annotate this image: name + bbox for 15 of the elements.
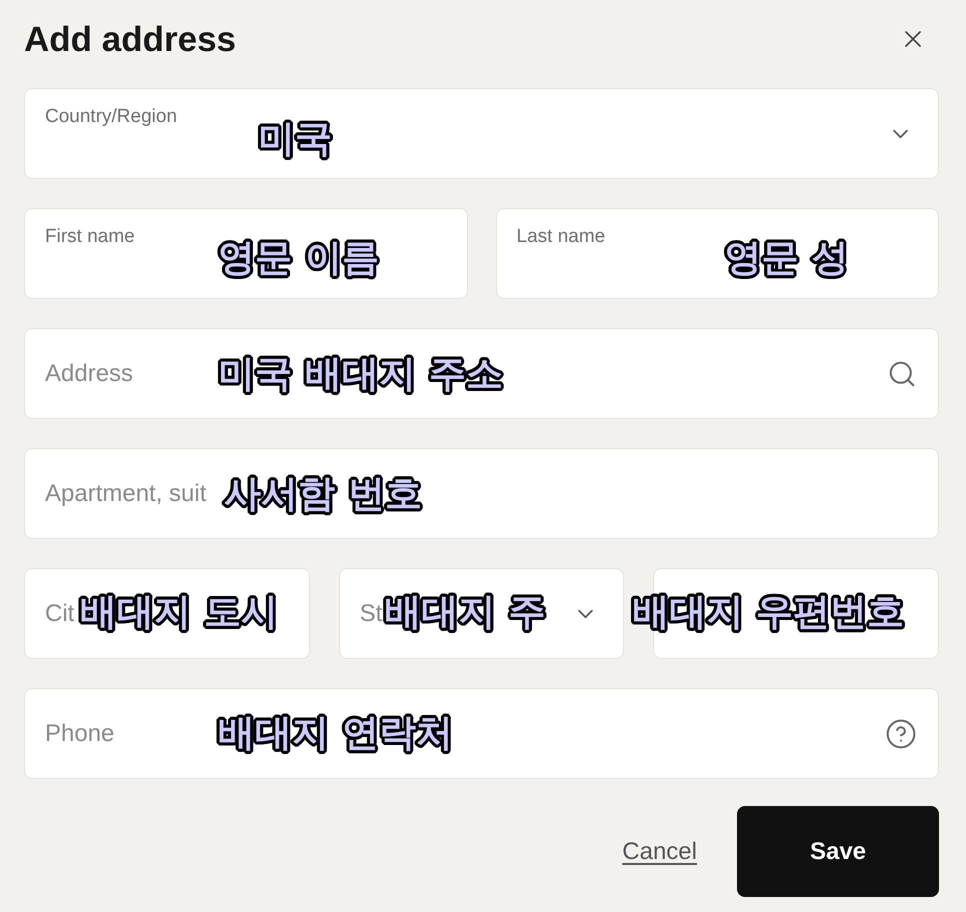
help-icon[interactable] xyxy=(885,718,917,750)
save-button[interactable]: Save xyxy=(737,806,939,897)
chevron-down-icon xyxy=(893,129,908,138)
annotation-label: 배대지 주 xyxy=(384,593,546,630)
annotation-label: 영문 성 xyxy=(724,239,848,276)
annotation-label: 배대지 연락처 xyxy=(218,714,453,751)
annotation-label: 미국 xyxy=(258,120,332,157)
chevron-down-icon xyxy=(578,609,594,618)
annotation-label: 배대지 우편번호 xyxy=(632,593,904,630)
cancel-link[interactable]: Cancel xyxy=(622,834,697,870)
annotation-label: 배대지 도시 xyxy=(80,593,278,630)
annotation-label: 영문 이름 xyxy=(218,239,379,276)
annotation-label: 미국 배대지 주소 xyxy=(218,355,503,392)
annotation-label: 사서함 번호 xyxy=(224,475,422,512)
dialog-title: Add address xyxy=(24,22,236,56)
